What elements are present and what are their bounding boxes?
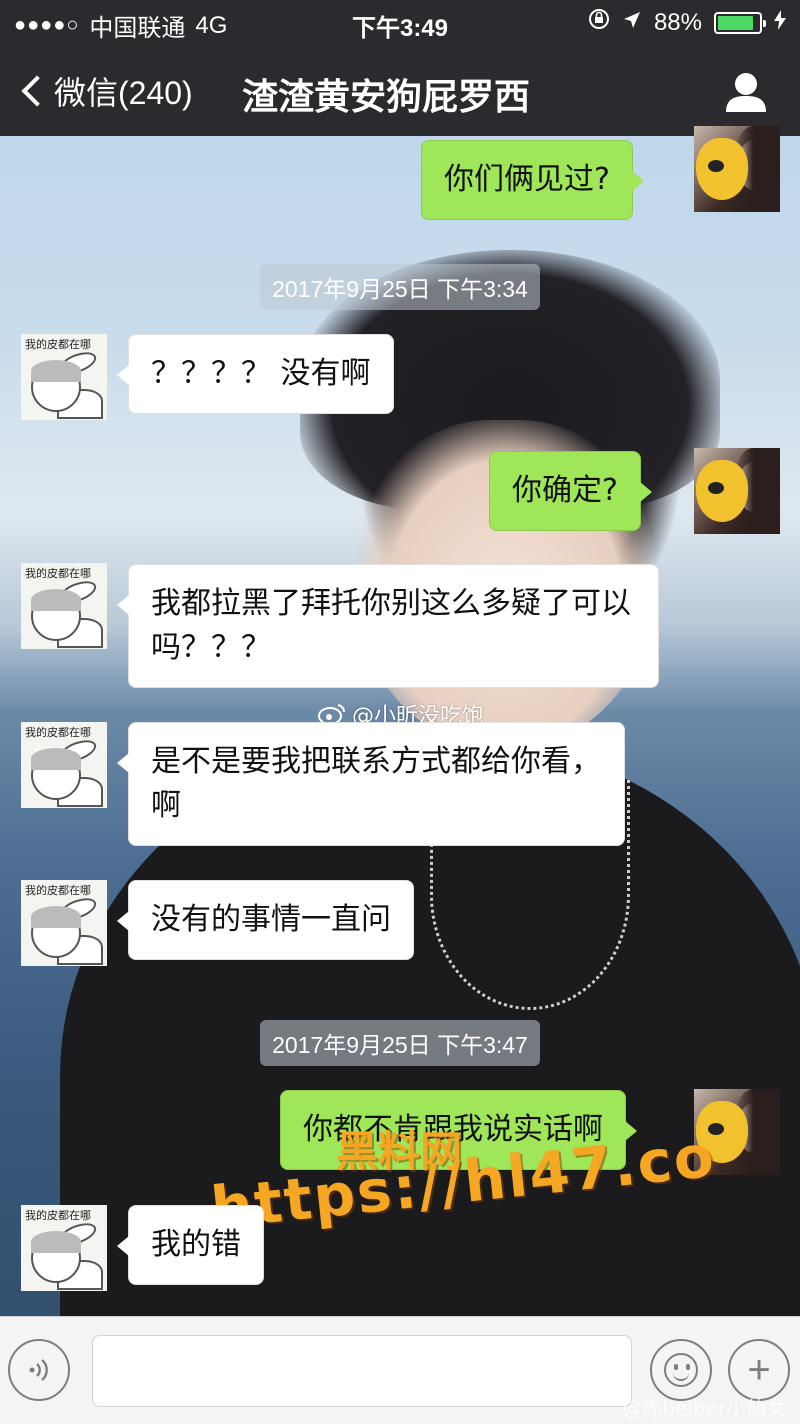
message-bubble-received[interactable]: 我的错 bbox=[117, 1205, 264, 1285]
charging-icon bbox=[774, 9, 786, 37]
emoji-icon bbox=[664, 1353, 698, 1387]
chat-timestamp: 2017年9月25日 下午3:34 bbox=[0, 264, 800, 310]
voice-button[interactable] bbox=[8, 1339, 70, 1401]
contact-profile-button[interactable] bbox=[724, 70, 768, 114]
chat-title: 渣渣黄安狗屁罗西 bbox=[242, 77, 531, 118]
contact-avatar[interactable]: 我的皮都在哪 bbox=[21, 563, 107, 649]
my-avatar[interactable] bbox=[694, 448, 780, 534]
message-bubble-received[interactable]: ？？？？ 没有啊 bbox=[117, 334, 394, 414]
message-bubble-received[interactable]: 没有的事情一直问 bbox=[117, 880, 414, 960]
person-icon bbox=[726, 73, 766, 112]
contact-avatar[interactable]: 我的皮都在哪 bbox=[21, 1205, 107, 1291]
message-bubble-sent[interactable]: 你们俩见过? bbox=[421, 140, 644, 220]
message-bubble-received[interactable]: 是不是要我把联系方式都给你看，啊 bbox=[117, 722, 625, 846]
chat-header: 微信(240) 渣渣黄安狗屁罗西 bbox=[0, 46, 800, 136]
voice-icon bbox=[29, 1359, 48, 1381]
contact-avatar[interactable]: 我的皮都在哪 bbox=[21, 334, 107, 420]
bottom-watermark: @陈beiber小仙女 bbox=[622, 1396, 786, 1420]
rotation-lock-icon bbox=[588, 8, 610, 37]
back-label: 微信(240) bbox=[54, 75, 193, 111]
my-avatar[interactable] bbox=[694, 126, 780, 212]
battery-percent: 88% bbox=[653, 8, 702, 36]
battery-icon bbox=[714, 11, 766, 34]
contact-avatar[interactable]: 我的皮都在哪 bbox=[21, 722, 107, 808]
back-button[interactable]: 微信(240) bbox=[20, 68, 193, 114]
battery-fill bbox=[718, 15, 754, 30]
location-arrow-icon bbox=[622, 9, 642, 37]
chevron-left-icon bbox=[21, 75, 53, 107]
plus-icon: + bbox=[747, 1347, 771, 1392]
message-bubble-received[interactable]: 我都拉黑了拜托你别这么多疑了可以吗？？？ bbox=[117, 564, 659, 688]
message-bubble-sent[interactable]: 你确定? bbox=[489, 451, 652, 531]
contact-avatar[interactable]: 我的皮都在哪 bbox=[21, 880, 107, 966]
status-bar: ●●●●○ 中国联通 4G 下午3:49 88% bbox=[0, 0, 800, 46]
chat-timestamp: 2017年9月25日 下午3:47 bbox=[0, 1020, 800, 1066]
message-input[interactable] bbox=[92, 1335, 632, 1407]
